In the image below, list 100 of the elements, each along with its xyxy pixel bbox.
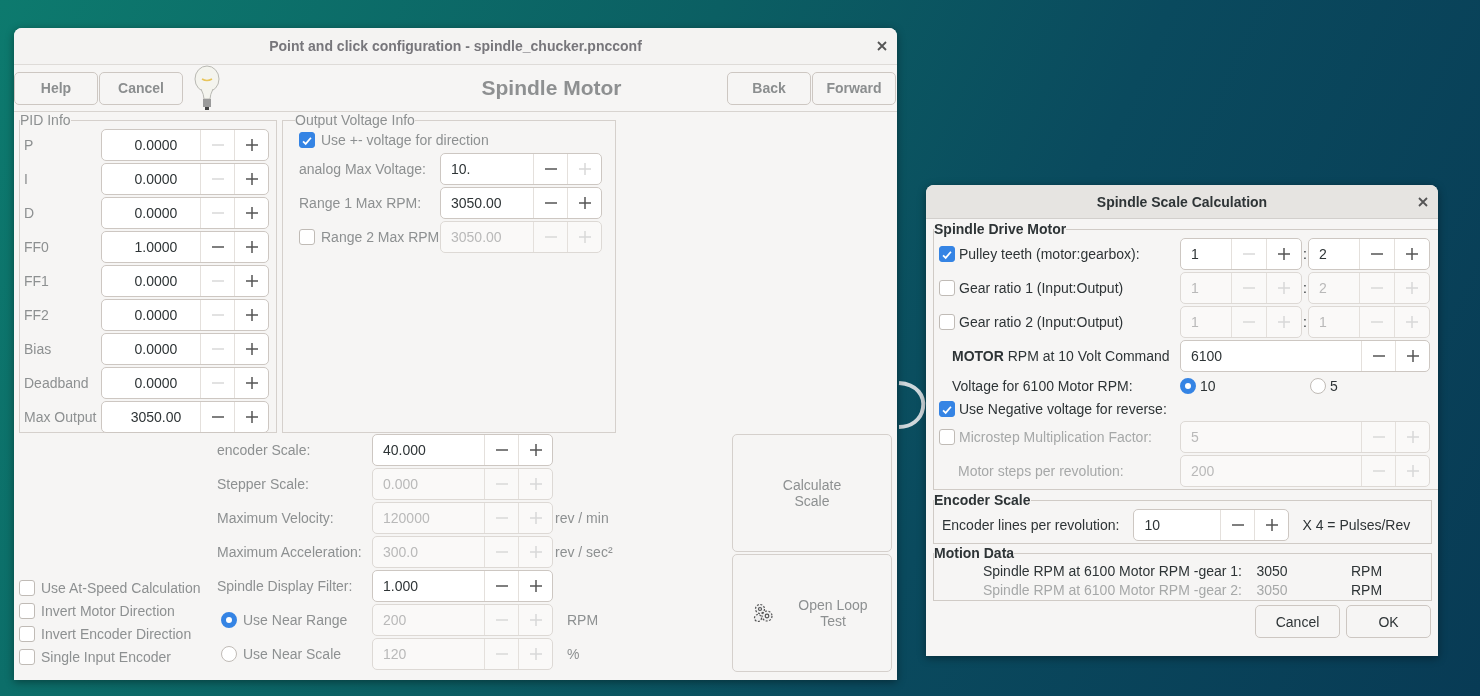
field-label: Stepper Scale: (217, 476, 310, 492)
spin-box[interactable]: 1.000 (372, 570, 553, 602)
section-title: Output Voltage Info (295, 112, 415, 128)
section-title: Motion Data (934, 545, 1015, 561)
checkbox[interactable] (19, 602, 35, 619)
result-value: 3050 (1255, 581, 1289, 598)
field-label: Voltage for 6100 Motor RPM: (952, 377, 1133, 394)
spin-box[interactable]: 40.000 (372, 434, 553, 466)
section-title: PID Info (20, 112, 71, 128)
spin-box[interactable]: 10. (440, 153, 602, 185)
checkbox-label: Invert Motor Direction (41, 602, 175, 619)
field-label: Maximum Velocity: (217, 510, 335, 526)
value-field[interactable]: 1 (1181, 239, 1231, 269)
checkbox-label: Pulley teeth (motor:gearbox): (959, 246, 1140, 262)
value-field[interactable]: 1.000 (373, 571, 484, 601)
radio-label: Use Near Range (243, 612, 348, 628)
plus-icon (1405, 247, 1419, 261)
checkbox[interactable] (19, 579, 35, 596)
checkbox[interactable] (939, 314, 955, 330)
value-field[interactable]: 0.0000 (102, 266, 200, 296)
plus-icon (528, 477, 543, 491)
plus-icon (1264, 518, 1279, 532)
plus-icon (244, 308, 259, 322)
field-label: Motor steps per revolution: (958, 463, 1124, 479)
checkbox[interactable] (299, 229, 315, 245)
plus-icon (528, 613, 543, 627)
value-field[interactable]: 0.0000 (102, 368, 200, 398)
checkbox-label: Range 2 Max RPM (321, 229, 440, 245)
field-label: FF1 (24, 273, 50, 289)
radio-button[interactable] (1310, 377, 1326, 394)
value-field[interactable]: 6100 (1181, 341, 1361, 371)
spin-box[interactable]: 0.0000 (101, 197, 269, 229)
spin-box[interactable]: 0.0000 (101, 367, 269, 399)
spin-box[interactable]: 10 (1133, 509, 1290, 541)
checkbox-label: Gear ratio 2 (Input:Output) (959, 314, 1124, 330)
value-field[interactable]: 3050.00 (102, 402, 200, 432)
checkbox-label: Gear ratio 1 (Input:Output) (959, 280, 1124, 296)
plus-icon (1277, 247, 1291, 261)
checkbox[interactable] (19, 625, 35, 642)
checkbox[interactable] (939, 401, 955, 417)
dialog-button[interactable]: OK (1346, 605, 1431, 638)
field-label: Bias (24, 341, 53, 357)
spin-box[interactable]: 1 (1180, 238, 1302, 270)
plus-icon (244, 274, 259, 288)
plus-icon (1405, 430, 1420, 444)
checkbox[interactable] (299, 132, 315, 148)
plus-icon (244, 172, 259, 186)
unit-label: RPM (566, 612, 600, 628)
value-field[interactable]: 1.0000 (102, 232, 200, 262)
value-field[interactable]: 3050.00 (441, 188, 533, 218)
spin-box[interactable]: 0.0000 (101, 299, 269, 331)
value-field[interactable]: 0.0000 (102, 130, 200, 160)
unit-label: rev / sec² (554, 544, 614, 560)
field-label: D (24, 205, 36, 221)
spin-box[interactable]: 0.0000 (101, 265, 269, 297)
checkbox[interactable] (19, 648, 35, 665)
unit-label: RPM (1349, 581, 1384, 598)
value-field[interactable]: 0.0000 (102, 300, 200, 330)
plus-icon (528, 647, 543, 661)
value-field[interactable]: 2 (1309, 239, 1359, 269)
checkbox-label: Invert Encoder Direction (41, 625, 192, 642)
plus-icon (528, 511, 543, 525)
field-label: Max Output (24, 409, 98, 425)
unit-label: RPM (1349, 562, 1384, 579)
section-title: Encoder Scale (934, 492, 1031, 508)
value-field[interactable]: 0.0000 (102, 164, 200, 194)
radio-button[interactable] (1180, 377, 1196, 394)
spin-box[interactable]: 0.0000 (101, 163, 269, 195)
radio-label: 10 (1200, 377, 1216, 394)
dialog-button[interactable]: Cancel (1255, 605, 1340, 638)
value-field[interactable]: 10. (441, 154, 533, 184)
field-label: Deadband (24, 375, 90, 391)
ratio-separator: : (1302, 314, 1308, 330)
spin-box[interactable]: 0.0000 (101, 129, 269, 161)
close-icon[interactable] (877, 41, 887, 51)
value-field[interactable]: 10 (1134, 510, 1221, 540)
value-field[interactable]: 40.000 (373, 435, 484, 465)
ratio-separator: : (1302, 246, 1308, 262)
radio-button[interactable] (221, 612, 237, 628)
spin-box[interactable]: 3050.00 (440, 187, 602, 219)
checkbox[interactable] (939, 280, 955, 296)
checkbox[interactable] (939, 246, 955, 262)
checkbox-label: Use At-Speed Calculation (41, 579, 201, 596)
spin-box[interactable]: 0.0000 (101, 333, 269, 365)
spin-box[interactable]: 1.0000 (101, 231, 269, 263)
plus-icon (577, 196, 592, 210)
close-icon[interactable] (1418, 196, 1428, 207)
field-label: analog Max Voltage: (299, 161, 427, 177)
value-field[interactable]: 0.0000 (102, 334, 200, 364)
field-label: P (24, 137, 35, 153)
spin-box[interactable]: 3050.00 (101, 401, 269, 433)
spin-box[interactable]: 6100 (1180, 340, 1430, 372)
suffix-label: X 4 = Pulses/Rev (1302, 517, 1411, 533)
unit-label: % (566, 646, 581, 662)
value-field[interactable]: 0.0000 (102, 198, 200, 228)
window-title: Spindle Scale Calculation (1096, 193, 1268, 210)
window-title: Point and click configuration - spindle_chucker.pncconf (269, 38, 642, 54)
field-label: Spindle Display Filter: (217, 578, 354, 594)
spin-box[interactable]: 2 (1308, 238, 1430, 270)
radio-button[interactable] (221, 646, 237, 662)
